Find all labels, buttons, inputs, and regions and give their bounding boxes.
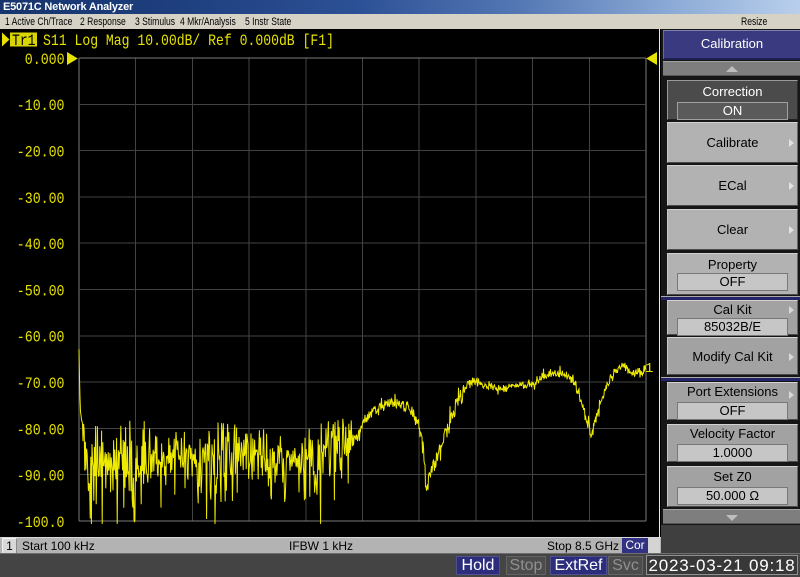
- svg-text:-20.00: -20.00: [17, 144, 65, 162]
- svg-text:-10.00: -10.00: [17, 97, 65, 115]
- svg-text:-80.00: -80.00: [17, 421, 65, 439]
- svg-text:-100.0: -100.0: [17, 514, 65, 532]
- svg-text:0.000: 0.000: [25, 51, 65, 69]
- svg-text:-90.00: -90.00: [17, 468, 65, 486]
- svg-text:S11 Log Mag 10.00dB/ Ref 0.000: S11 Log Mag 10.00dB/ Ref 0.000dB [F1]: [43, 32, 334, 50]
- svg-text:-60.00: -60.00: [17, 329, 65, 347]
- svg-text:-30.00: -30.00: [17, 190, 65, 208]
- svg-text:Tr1: Tr1: [12, 32, 36, 50]
- svg-text:-50.00: -50.00: [17, 282, 65, 300]
- svg-text:-40.00: -40.00: [17, 236, 65, 254]
- svg-text:-70.00: -70.00: [17, 375, 65, 393]
